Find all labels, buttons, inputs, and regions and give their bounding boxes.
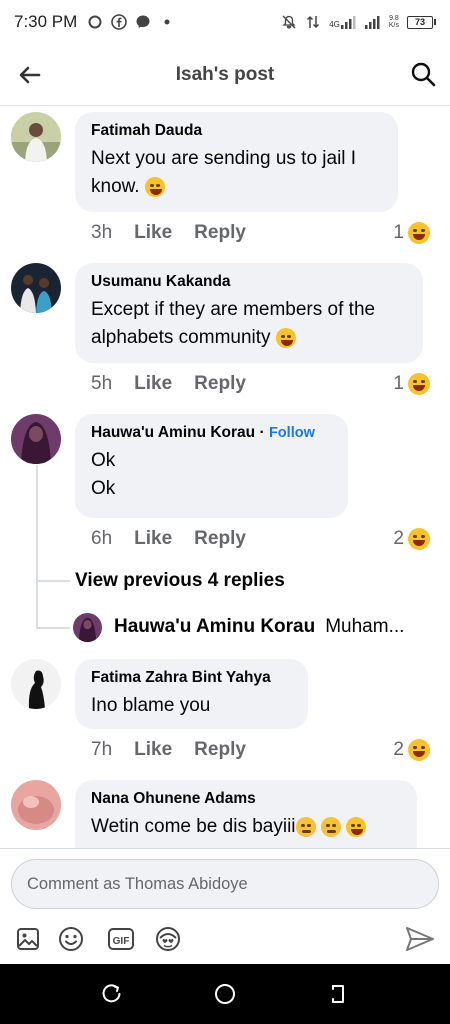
reaction-count[interactable]: 2	[393, 528, 430, 550]
thread-connector	[36, 580, 70, 582]
comment-text: Except if they are members of the alphab…	[91, 299, 376, 348]
reaction-count-value: 2	[393, 739, 404, 760]
comment-text: Wetin come be dis bayiii	[91, 816, 296, 837]
rofl-emoji-icon	[144, 176, 165, 197]
status-bar: 7:30 PM 4G 9.8 K/s 73	[0, 0, 450, 44]
reply-button[interactable]: Reply	[194, 373, 246, 395]
follow-button[interactable]: Follow	[269, 425, 315, 441]
like-button[interactable]: Like	[134, 373, 172, 395]
haha-reaction-icon	[408, 739, 430, 761]
comment-time: 6h	[91, 528, 113, 549]
battery-icon: 73	[407, 15, 436, 29]
haha-reaction-icon	[408, 222, 430, 244]
avatar[interactable]	[73, 612, 102, 642]
avatar[interactable]	[11, 780, 61, 830]
tears-of-joy-emoji-icon	[346, 816, 367, 837]
reaction-count-value: 2	[393, 528, 404, 549]
signal-bars-icon	[364, 14, 381, 30]
comment-author[interactable]: Fatima Zahra Bint Yahya	[91, 669, 292, 687]
comment-text: Next you are sending us to jail I know.	[91, 148, 357, 197]
comment-author[interactable]: Nana Ohunene Adams	[91, 790, 401, 808]
battery-level: 73	[407, 15, 433, 29]
messenger-icon	[135, 14, 151, 30]
comment-text: Ino blame you	[91, 695, 211, 716]
avatar[interactable]	[11, 263, 61, 313]
navigation-bar	[0, 964, 450, 1024]
facebook-icon	[111, 14, 128, 30]
sync-icon	[87, 14, 103, 30]
thread-line	[36, 465, 38, 629]
comment-bubble[interactable]: Usumanu Kakanda Except if they are membe…	[75, 263, 423, 363]
comment-input[interactable]: Comment as Thomas Abidoye	[11, 859, 439, 909]
page-title: Isah's post	[175, 63, 275, 85]
sleepy-emoji-icon	[320, 816, 341, 837]
reply-snippet: Muham...	[325, 616, 405, 637]
sleepy-emoji-icon	[295, 816, 316, 837]
svg-text:GIF: GIF	[113, 936, 130, 947]
network-speed: 9.8 K/s	[388, 15, 399, 29]
comment-bubble[interactable]: Hauwa'u Aminu Korau · Follow Ok Ok	[75, 414, 348, 518]
signal-4g: 4G	[329, 15, 357, 29]
emoji-icon[interactable]	[57, 925, 85, 953]
like-button[interactable]: Like	[134, 739, 172, 761]
tears-of-joy-emoji-icon	[275, 327, 296, 348]
comment-author[interactable]: Hauwa'u Aminu Korau · Follow	[91, 424, 332, 442]
avatar[interactable]	[11, 112, 61, 162]
comment-bubble[interactable]: Nana Ohunene Adams Wetin come be dis bay…	[75, 780, 417, 848]
dot-icon	[159, 14, 175, 30]
comment-text: Ok Ok	[91, 450, 116, 499]
like-button[interactable]: Like	[134, 528, 172, 550]
data-transfer-icon	[305, 14, 321, 30]
reaction-count[interactable]: 2	[393, 739, 430, 761]
gif-icon[interactable]: GIF	[107, 925, 135, 953]
comment-author[interactable]: Usumanu Kakanda	[91, 273, 407, 291]
send-icon[interactable]	[404, 923, 436, 955]
back-icon[interactable]	[326, 982, 350, 1006]
recent-apps-icon[interactable]	[100, 982, 124, 1006]
comment-bubble[interactable]: Fatima Zahra Bint Yahya Ino blame you	[75, 659, 308, 729]
avatar[interactable]	[11, 414, 61, 464]
comment-composer: Comment as Thomas Abidoye GIF	[0, 848, 450, 964]
post-header: Isah's post	[0, 44, 450, 106]
reaction-count[interactable]: 1	[393, 222, 430, 244]
reply-button[interactable]: Reply	[194, 222, 246, 244]
reply-preview[interactable]: Hauwa'u Aminu Korau Muham...	[73, 611, 404, 643]
reply-button[interactable]: Reply	[194, 528, 246, 550]
dot-separator: ·	[259, 424, 265, 441]
comment-author[interactable]: Fatimah Dauda	[91, 122, 382, 140]
thread-connector	[36, 627, 70, 629]
reply-author[interactable]: Hauwa'u Aminu Korau	[114, 616, 315, 638]
comment-time: 3h	[91, 222, 113, 243]
comment-bubble[interactable]: Fatimah Dauda Next you are sending us to…	[75, 112, 398, 212]
home-icon[interactable]	[213, 982, 237, 1006]
reaction-count-value: 1	[393, 373, 404, 394]
comment-time: 5h	[91, 373, 113, 394]
reaction-count-value: 1	[393, 222, 404, 243]
reply-button[interactable]: Reply	[194, 739, 246, 761]
notifications-off-icon	[281, 14, 297, 30]
comment-time: 7h	[91, 739, 113, 760]
like-button[interactable]: Like	[134, 222, 172, 244]
haha-reaction-icon	[408, 373, 430, 395]
avatar-sticker-icon[interactable]	[154, 925, 182, 953]
search-icon[interactable]	[410, 61, 436, 87]
photo-icon[interactable]	[14, 925, 42, 953]
avatar[interactable]	[11, 659, 61, 709]
view-previous-replies-link[interactable]: View previous 4 replies	[75, 570, 285, 592]
haha-reaction-icon	[408, 528, 430, 550]
status-time: 7:30 PM	[14, 12, 78, 31]
reaction-count[interactable]: 1	[393, 373, 430, 395]
